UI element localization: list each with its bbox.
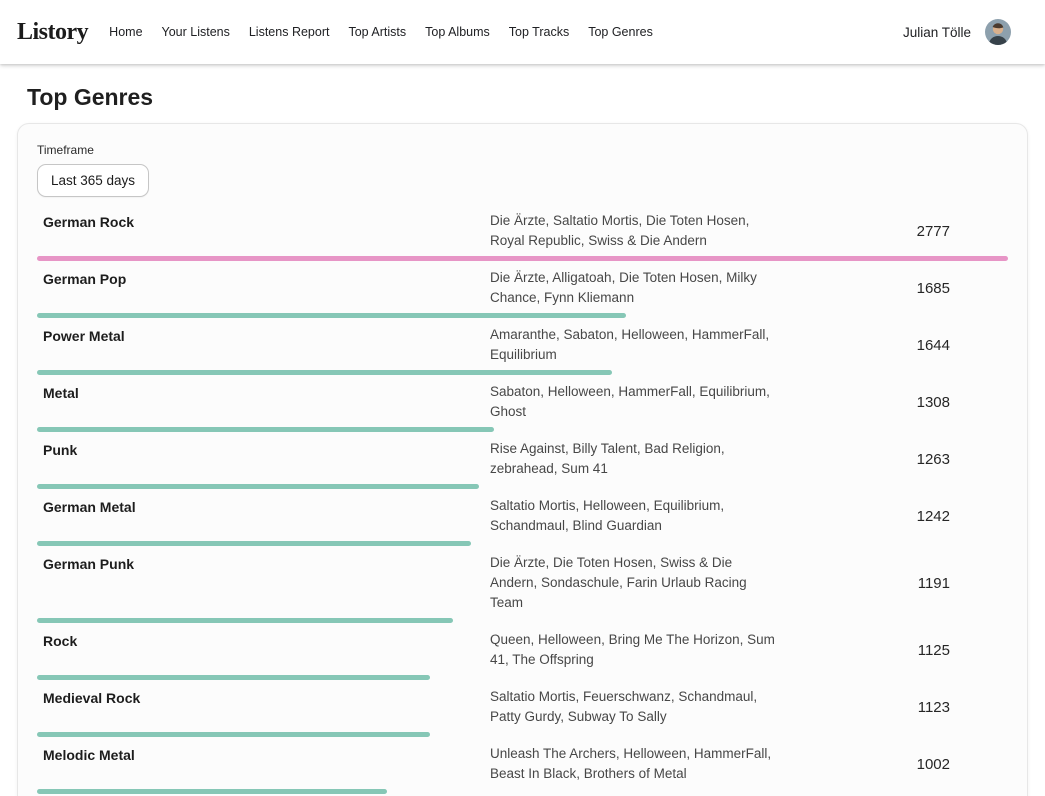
timeframe-select[interactable]: Last 365 days xyxy=(37,164,149,197)
nav-item-top-albums[interactable]: Top Albums xyxy=(425,25,490,39)
nav-item-top-tracks[interactable]: Top Tracks xyxy=(509,25,569,39)
genre-bar xyxy=(37,484,479,489)
nav-item-top-genres[interactable]: Top Genres xyxy=(588,25,653,39)
genre-row: Power Metal Amaranthe, Sabaton, Hellowee… xyxy=(37,325,1008,375)
genre-row-content: German Punk Die Ärzte, Die Toten Hosen, … xyxy=(37,553,1008,613)
genre-count: 1263 xyxy=(782,451,1002,468)
genre-row-content: Punk Rise Against, Billy Talent, Bad Rel… xyxy=(37,439,1008,479)
genre-name: Metal xyxy=(43,382,490,403)
page-body: Top Genres Timeframe Last 365 days Germa… xyxy=(0,84,1045,796)
genre-row-content: Power Metal Amaranthe, Sabaton, Hellowee… xyxy=(37,325,1008,365)
genre-name: German Punk xyxy=(43,553,490,574)
genre-count: 1308 xyxy=(782,394,1002,411)
genre-bar xyxy=(37,618,453,623)
genre-artists: Rise Against, Billy Talent, Bad Religion… xyxy=(490,439,782,479)
genre-bar-track xyxy=(37,313,1008,318)
app-logo[interactable]: Listory xyxy=(17,19,88,46)
genre-bar-track xyxy=(37,427,1008,432)
genre-name: Power Metal xyxy=(43,325,490,346)
avatar-image xyxy=(985,19,1011,45)
genre-count: 1123 xyxy=(782,699,1002,716)
genre-name: Medieval Rock xyxy=(43,687,490,708)
genre-row: Metal Sabaton, Helloween, HammerFall, Eq… xyxy=(37,382,1008,432)
nav-item-home[interactable]: Home xyxy=(109,25,142,39)
genre-row: Punk Rise Against, Billy Talent, Bad Rel… xyxy=(37,439,1008,489)
genre-row: German Rock Die Ärzte, Saltatio Mortis, … xyxy=(37,211,1008,261)
genre-row-content: German Metal Saltatio Mortis, Helloween,… xyxy=(37,496,1008,536)
genre-row: Medieval Rock Saltatio Mortis, Feuerschw… xyxy=(37,687,1008,737)
genre-count: 2777 xyxy=(782,223,1002,240)
genre-name: Punk xyxy=(43,439,490,460)
page-title: Top Genres xyxy=(27,84,1018,111)
genre-count: 1685 xyxy=(782,280,1002,297)
app-header: Listory Home Your Listens Listens Report… xyxy=(0,0,1045,64)
genre-count: 1002 xyxy=(782,756,1002,773)
main-nav: Home Your Listens Listens Report Top Art… xyxy=(109,25,653,39)
genre-row: German Pop Die Ärzte, Alligatoah, Die To… xyxy=(37,268,1008,318)
nav-item-top-artists[interactable]: Top Artists xyxy=(348,25,406,39)
genre-name: Rock xyxy=(43,630,490,651)
timeframe-label: Timeframe xyxy=(37,143,1008,157)
genre-artists: Sabaton, Helloween, HammerFall, Equilibr… xyxy=(490,382,782,422)
genre-row-content: German Pop Die Ärzte, Alligatoah, Die To… xyxy=(37,268,1008,308)
genre-artists: Die Ärzte, Alligatoah, Die Toten Hosen, … xyxy=(490,268,782,308)
genre-artists: Unleash The Archers, Helloween, HammerFa… xyxy=(490,744,782,784)
genre-bar-track xyxy=(37,732,1008,737)
genre-name: Melodic Metal xyxy=(43,744,490,765)
genre-row-content: Metal Sabaton, Helloween, HammerFall, Eq… xyxy=(37,382,1008,422)
user-avatar[interactable] xyxy=(985,19,1011,45)
genre-bar xyxy=(37,675,430,680)
genre-bar xyxy=(37,427,494,432)
genre-count: 1191 xyxy=(782,575,1002,592)
genre-artists: Queen, Helloween, Bring Me The Horizon, … xyxy=(490,630,782,670)
genre-row-content: Rock Queen, Helloween, Bring Me The Hori… xyxy=(37,630,1008,670)
genre-name: German Pop xyxy=(43,268,490,289)
genre-name: German Metal xyxy=(43,496,490,517)
genre-bar-track xyxy=(37,370,1008,375)
genre-row: Melodic Metal Unleash The Archers, Hello… xyxy=(37,744,1008,794)
genre-table: German Rock Die Ärzte, Saltatio Mortis, … xyxy=(37,211,1008,796)
genre-row-content: Melodic Metal Unleash The Archers, Hello… xyxy=(37,744,1008,784)
genre-row-content: German Rock Die Ärzte, Saltatio Mortis, … xyxy=(37,211,1008,251)
nav-item-listens-report[interactable]: Listens Report xyxy=(249,25,330,39)
genre-bar xyxy=(37,541,471,546)
genre-count: 1644 xyxy=(782,337,1002,354)
genre-bar xyxy=(37,313,626,318)
genre-artists: Saltatio Mortis, Feuerschwanz, Schandmau… xyxy=(490,687,782,727)
genre-artists: Amaranthe, Sabaton, Helloween, HammerFal… xyxy=(490,325,782,365)
genre-artists: Die Ärzte, Saltatio Mortis, Die Toten Ho… xyxy=(490,211,782,251)
top-genres-card: Timeframe Last 365 days German Rock Die … xyxy=(17,123,1028,796)
genre-bar xyxy=(37,256,1008,261)
genre-artists: Die Ärzte, Die Toten Hosen, Swiss & Die … xyxy=(490,553,782,613)
genre-bar xyxy=(37,789,387,794)
genre-bar-track xyxy=(37,256,1008,261)
genre-count: 1242 xyxy=(782,508,1002,525)
genre-bar-track xyxy=(37,484,1008,489)
genre-bar xyxy=(37,370,612,375)
genre-bar-track xyxy=(37,675,1008,680)
genre-bar-track xyxy=(37,618,1008,623)
genre-row: German Punk Die Ärzte, Die Toten Hosen, … xyxy=(37,553,1008,623)
genre-bar xyxy=(37,732,430,737)
genre-row: Rock Queen, Helloween, Bring Me The Hori… xyxy=(37,630,1008,680)
genre-name: German Rock xyxy=(43,211,490,232)
genre-bar-track xyxy=(37,541,1008,546)
genre-row-content: Medieval Rock Saltatio Mortis, Feuerschw… xyxy=(37,687,1008,727)
genre-row: German Metal Saltatio Mortis, Helloween,… xyxy=(37,496,1008,546)
genre-artists: Saltatio Mortis, Helloween, Equilibrium,… xyxy=(490,496,782,536)
user-name: Julian Tölle xyxy=(903,25,971,40)
genre-count: 1125 xyxy=(782,642,1002,659)
genre-bar-track xyxy=(37,789,1008,794)
nav-item-your-listens[interactable]: Your Listens xyxy=(162,25,230,39)
